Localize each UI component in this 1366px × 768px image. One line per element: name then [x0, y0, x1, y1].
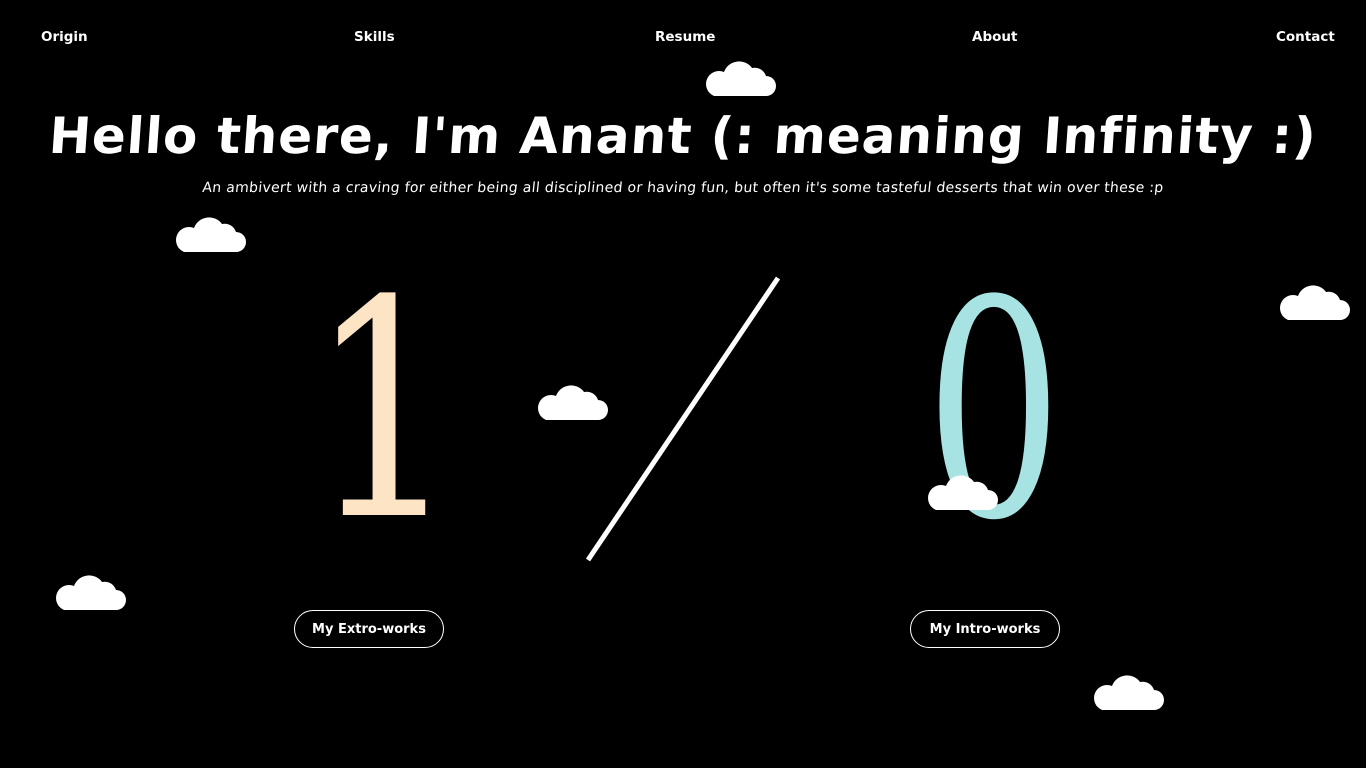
cloud-icon: [706, 61, 776, 96]
cloud-icon: [928, 475, 998, 510]
slash-divider: [585, 276, 781, 562]
cloud-icon: [56, 575, 126, 610]
extro-works-button[interactable]: My Extro-works: [294, 610, 444, 648]
digit-zero: 0: [925, 237, 1063, 586]
cloud-icon: [1280, 285, 1350, 320]
cloud-icon: [538, 385, 608, 420]
cloud-icon: [176, 217, 246, 252]
cloud-icon: [1094, 675, 1164, 710]
intro-works-button[interactable]: My Intro-works: [910, 610, 1060, 648]
page: Origin Skills Resume About Contact Hello…: [0, 0, 1366, 768]
